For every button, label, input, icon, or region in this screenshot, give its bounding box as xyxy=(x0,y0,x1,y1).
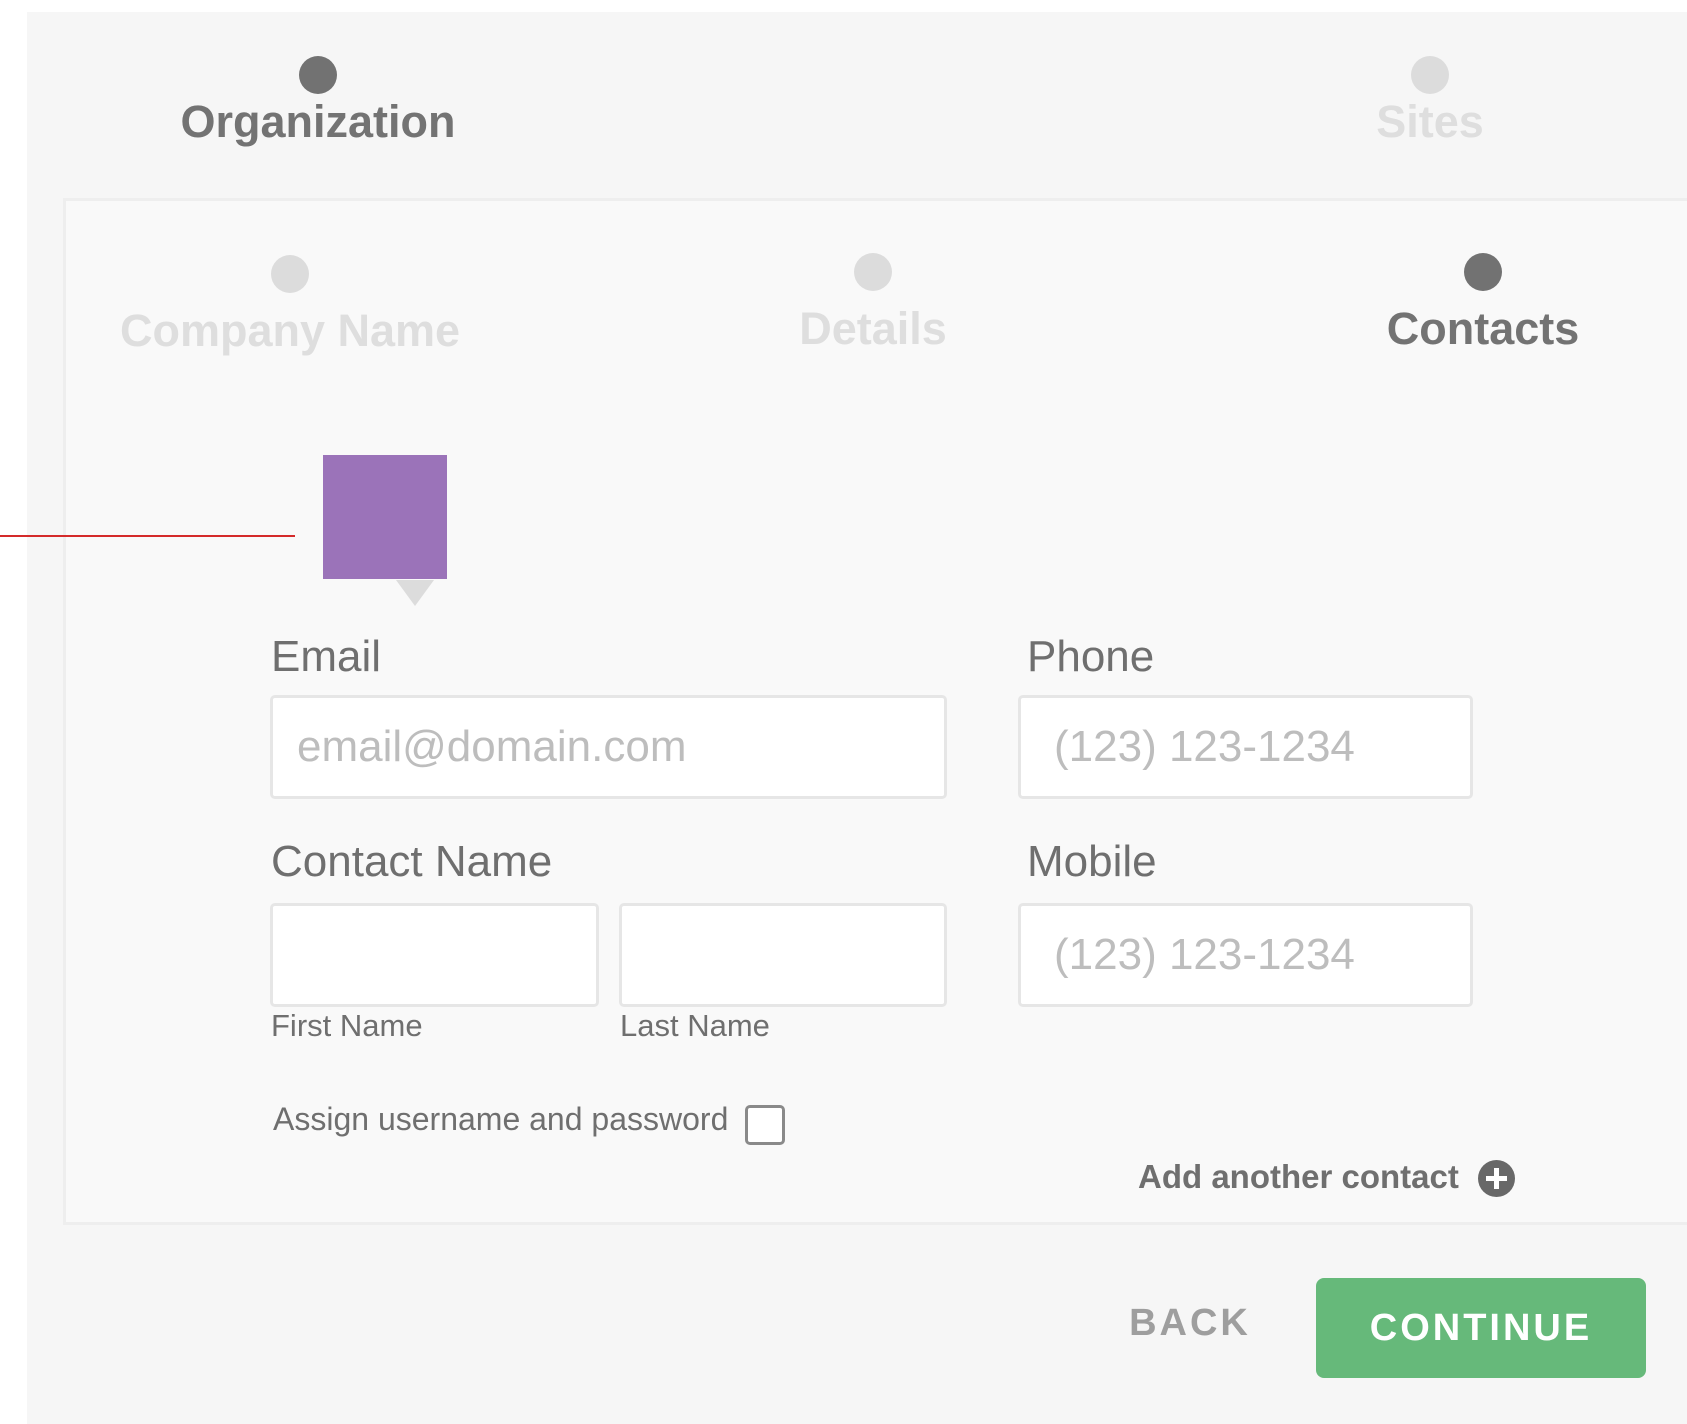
assign-credentials-label: Assign username and password xyxy=(273,1101,729,1137)
mobile-input[interactable] xyxy=(1018,903,1473,1007)
mobile-label: Mobile xyxy=(1027,837,1157,886)
substep-label: Company Name xyxy=(119,305,461,356)
continue-button[interactable]: CONTINUE xyxy=(1316,1278,1646,1378)
step-indicator-dot xyxy=(1464,253,1502,291)
step-indicator-dot xyxy=(854,253,892,291)
step-indicator-dot xyxy=(1411,56,1449,94)
annotation-connector-line xyxy=(0,535,295,537)
contact-name-label: Contact Name xyxy=(271,837,553,886)
substep-contacts[interactable]: Contacts xyxy=(1363,253,1603,363)
step-label: Organization xyxy=(180,96,456,147)
pointer-triangle-icon xyxy=(396,580,434,606)
assign-credentials-checkbox[interactable] xyxy=(745,1105,785,1145)
step-indicator-dot xyxy=(299,56,337,94)
add-circle-icon[interactable] xyxy=(1478,1160,1515,1197)
step-indicator-dot xyxy=(271,255,309,293)
substep-company-name[interactable]: Company Name xyxy=(110,255,470,365)
substep-details[interactable]: Details xyxy=(773,253,973,363)
substep-label: Details xyxy=(799,303,947,354)
step-sites[interactable]: Sites xyxy=(1350,56,1510,156)
last-name-label: Last Name xyxy=(620,1008,770,1043)
first-name-input[interactable] xyxy=(270,903,599,1007)
annotation-marker xyxy=(323,455,447,579)
email-label: Email xyxy=(271,632,382,681)
back-button[interactable]: BACK xyxy=(1120,1283,1260,1363)
step-organization[interactable]: Organization xyxy=(168,56,468,156)
email-input[interactable] xyxy=(270,695,947,799)
phone-input[interactable] xyxy=(1018,695,1473,799)
step-label: Sites xyxy=(1376,96,1484,147)
last-name-input[interactable] xyxy=(619,903,947,1007)
add-another-contact-link[interactable]: Add another contact xyxy=(1138,1158,1459,1196)
first-name-label: First Name xyxy=(271,1008,423,1043)
substep-label: Contacts xyxy=(1386,303,1580,354)
phone-label: Phone xyxy=(1027,632,1155,681)
